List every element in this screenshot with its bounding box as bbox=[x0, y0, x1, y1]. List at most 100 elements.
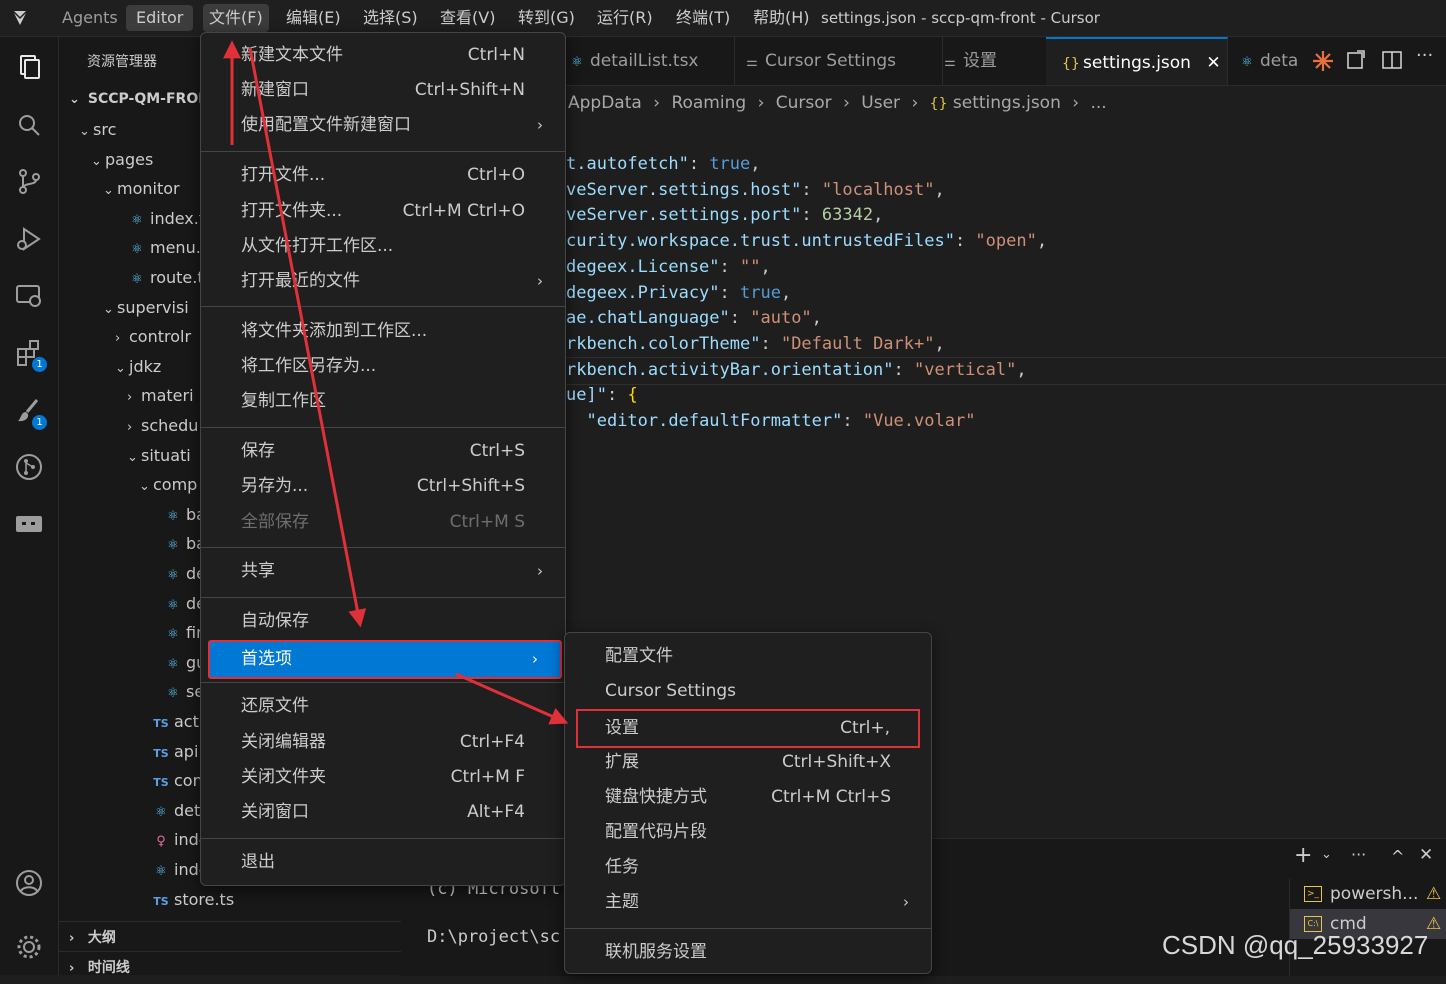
menu-help[interactable]: 帮助(H) bbox=[747, 0, 815, 36]
tab-cursor-settings[interactable]: ⚌ Cursor Settings bbox=[726, 37, 943, 85]
menu-item[interactable]: 将工作区另存为... bbox=[201, 349, 565, 384]
tree-folder[interactable]: ⌄ pages bbox=[91, 145, 153, 175]
menu-item[interactable]: 共享 › bbox=[201, 554, 565, 589]
breadcrumb-item[interactable]: settings.json bbox=[953, 93, 1061, 113]
menu-file[interactable]: 文件(F) bbox=[203, 4, 269, 32]
breadcrumb-item[interactable]: AppData bbox=[568, 93, 642, 113]
tree-folder[interactable]: ⌄ src bbox=[79, 115, 116, 145]
menu-edit[interactable]: 编辑(E) bbox=[280, 0, 347, 36]
tree-folder[interactable]: ⌄ jdkz bbox=[115, 352, 161, 382]
menu-item[interactable]: 配置文件 bbox=[565, 639, 931, 674]
breadcrumb-item[interactable]: Cursor bbox=[776, 93, 832, 113]
remote-window-icon[interactable] bbox=[13, 508, 45, 540]
menu-item[interactable]: 还原文件 bbox=[201, 689, 565, 724]
run-debug-icon[interactable] bbox=[13, 223, 45, 255]
menu-selection[interactable]: 选择(S) bbox=[357, 0, 424, 36]
close-icon[interactable]: ✕ bbox=[1206, 53, 1220, 73]
menu-item[interactable]: 关闭编辑器 Ctrl+F4 bbox=[201, 725, 565, 760]
menu-item-shortcut: Ctrl+M F bbox=[450, 766, 525, 787]
menu-item-label: 复制工作区 bbox=[241, 391, 326, 412]
menu-item[interactable]: 键盘快捷方式 Ctrl+M Ctrl+S bbox=[565, 780, 931, 815]
explorer-icon[interactable] bbox=[13, 51, 45, 83]
manage-gear-icon[interactable] bbox=[13, 931, 45, 963]
menu-item[interactable]: 将文件夹添加到工作区... bbox=[201, 314, 565, 349]
tree-item-label: supervisi bbox=[117, 297, 189, 317]
code-line: ue]": { bbox=[566, 383, 638, 409]
terminal-more-icon[interactable]: ··· bbox=[1351, 845, 1366, 864]
tree-folder[interactable]: › controlr bbox=[115, 322, 191, 352]
extensions-icon[interactable]: 1 bbox=[13, 337, 47, 372]
menu-item[interactable]: 关闭窗口 Alt+F4 bbox=[201, 795, 565, 830]
menu-item[interactable]: 关闭文件夹 Ctrl+M F bbox=[201, 760, 565, 795]
tab-settings-ui[interactable]: ⚌ 设置 bbox=[942, 37, 1047, 85]
menu-item[interactable]: 退出 bbox=[201, 845, 565, 880]
split-editor-icon[interactable] bbox=[1381, 49, 1403, 71]
tab-detaillist[interactable]: ⚛ detailList.tsx bbox=[561, 37, 735, 85]
menu-item[interactable]: 新建文本文件 Ctrl+N bbox=[201, 38, 565, 73]
menu-item[interactable]: 使用配置文件新建窗口 › bbox=[201, 108, 565, 143]
menu-item[interactable]: 保存 Ctrl+S bbox=[201, 434, 565, 469]
maximize-panel-icon[interactable]: ^ bbox=[1391, 847, 1404, 866]
cursor-spark-icon[interactable] bbox=[1311, 49, 1335, 73]
tree-folder[interactable]: › schedu bbox=[127, 411, 198, 441]
remote-explorer-icon[interactable] bbox=[13, 280, 45, 312]
source-control-icon[interactable] bbox=[13, 165, 45, 197]
agents-tab[interactable]: Agents bbox=[56, 0, 124, 36]
menu-item[interactable]: 打开文件夹... Ctrl+M Ctrl+O bbox=[201, 194, 565, 229]
tree-folder[interactable]: ⌄ supervisi bbox=[103, 293, 189, 323]
close-panel-icon[interactable]: ✕ bbox=[1419, 845, 1433, 865]
tree-folder[interactable]: ⌄ situati bbox=[127, 441, 191, 471]
timeline-section[interactable]: › 时间线 bbox=[69, 953, 130, 983]
tree-folder[interactable]: › materi bbox=[127, 381, 194, 411]
menu-item[interactable]: 主题 › bbox=[565, 885, 931, 920]
code-token: , bbox=[811, 308, 822, 329]
account-icon[interactable] bbox=[13, 867, 45, 899]
menu-item-shortcut: Ctrl+, bbox=[840, 718, 890, 739]
tree-file[interactable]: ⚛ index.ts bbox=[115, 204, 213, 234]
menu-item[interactable]: 联机服务设置 bbox=[565, 935, 931, 970]
menu-item[interactable]: 新建窗口 Ctrl+Shift+N bbox=[201, 73, 565, 108]
menu-item[interactable]: 首选项 › bbox=[208, 639, 562, 679]
menu-item[interactable]: Cursor Settings bbox=[565, 674, 931, 709]
terminal-tab-powershell[interactable]: >_ powersh... ⚠ bbox=[1290, 879, 1446, 909]
menu-item[interactable]: 设置 Ctrl+, bbox=[576, 709, 920, 749]
menu-item[interactable]: 另存为... Ctrl+Shift+S bbox=[201, 469, 565, 504]
git-graph-icon[interactable] bbox=[13, 451, 45, 483]
code-token: : bbox=[801, 205, 822, 226]
tab-settings-json[interactable]: {} settings.json ✕ bbox=[1046, 37, 1228, 85]
menu-item[interactable]: 从文件打开工作区... bbox=[201, 229, 565, 264]
menu-item[interactable]: 复制工作区 bbox=[201, 384, 565, 419]
more-actions-icon[interactable]: ··· bbox=[1416, 45, 1433, 66]
menu-view[interactable]: 查看(V) bbox=[434, 0, 501, 36]
editor-tab[interactable]: Editor bbox=[126, 5, 194, 31]
breadcrumb-item[interactable]: User bbox=[861, 93, 900, 113]
tree-item-label: store.ts bbox=[174, 889, 235, 909]
menu-run[interactable]: 运行(R) bbox=[591, 0, 659, 36]
chevron-down-icon[interactable]: ⌄ bbox=[1321, 847, 1332, 862]
tree-file[interactable]: TS store.ts bbox=[139, 885, 234, 915]
breadcrumb-item[interactable]: Roaming bbox=[671, 93, 746, 113]
tree-file[interactable]: ⚛ route.ts bbox=[115, 263, 212, 293]
search-icon[interactable] bbox=[13, 109, 45, 141]
menu-separator bbox=[201, 150, 565, 152]
tree-folder[interactable]: ⌄ monitor bbox=[103, 174, 180, 204]
tree-item-label: src bbox=[93, 120, 117, 139]
menu-item[interactable]: 自动保存 bbox=[201, 604, 565, 639]
brush-icon[interactable]: 1 bbox=[13, 395, 47, 430]
new-terminal-button[interactable]: + bbox=[1294, 843, 1312, 868]
workspace-root[interactable]: ⌄ SCCP-QM-FRONT bbox=[69, 84, 220, 114]
menu-item[interactable]: 任务 bbox=[565, 850, 931, 885]
open-changes-icon[interactable] bbox=[1345, 49, 1367, 71]
activity-bar: 1 1 bbox=[0, 37, 59, 975]
menu-terminal[interactable]: 终端(T) bbox=[670, 0, 736, 36]
menu-item[interactable]: 扩展 Ctrl+Shift+X bbox=[565, 745, 931, 780]
menu-goto[interactable]: 转到(G) bbox=[512, 0, 581, 36]
menu-item[interactable]: 打开文件... Ctrl+O bbox=[201, 158, 565, 193]
menu-item[interactable]: 配置代码片段 bbox=[565, 815, 931, 850]
tree-folder[interactable]: ⌄ comp bbox=[139, 470, 197, 500]
breadcrumb-item[interactable]: ... bbox=[1090, 93, 1106, 113]
react-icon: ⚛ bbox=[131, 212, 143, 228]
outline-section[interactable]: › 大纲 bbox=[69, 923, 116, 953]
menu-item[interactable]: 打开最近的文件 › bbox=[201, 264, 565, 299]
tab-deta[interactable]: ⚛ deta bbox=[1229, 37, 1319, 85]
